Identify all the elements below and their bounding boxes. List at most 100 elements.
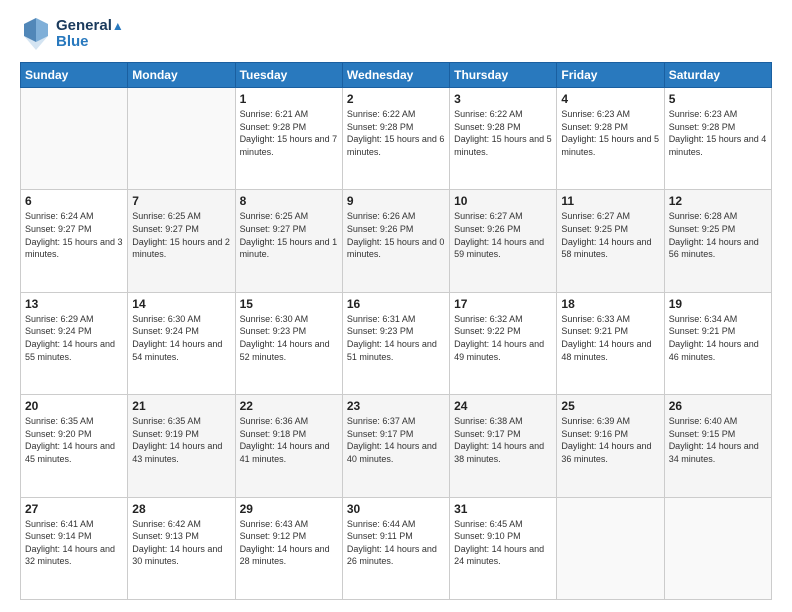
- day-info: Sunrise: 6:45 AMSunset: 9:10 PMDaylight:…: [454, 518, 552, 568]
- day-number: 29: [240, 502, 338, 516]
- day-info: Sunrise: 6:27 AMSunset: 9:25 PMDaylight:…: [561, 210, 659, 260]
- day-cell: [664, 497, 771, 599]
- day-info: Sunrise: 6:27 AMSunset: 9:26 PMDaylight:…: [454, 210, 552, 260]
- day-info: Sunrise: 6:38 AMSunset: 9:17 PMDaylight:…: [454, 415, 552, 465]
- weekday-header-sunday: Sunday: [21, 63, 128, 88]
- day-info: Sunrise: 6:23 AMSunset: 9:28 PMDaylight:…: [561, 108, 659, 158]
- day-cell: 12 Sunrise: 6:28 AMSunset: 9:25 PMDayligh…: [664, 190, 771, 292]
- day-number: 23: [347, 399, 445, 413]
- week-row-5: 27 Sunrise: 6:41 AMSunset: 9:14 PMDayligh…: [21, 497, 772, 599]
- day-cell: 3 Sunrise: 6:22 AMSunset: 9:28 PMDaylight…: [450, 88, 557, 190]
- calendar-table: SundayMondayTuesdayWednesdayThursdayFrid…: [20, 62, 772, 600]
- day-info: Sunrise: 6:26 AMSunset: 9:26 PMDaylight:…: [347, 210, 445, 260]
- day-number: 8: [240, 194, 338, 208]
- day-info: Sunrise: 6:30 AMSunset: 9:24 PMDaylight:…: [132, 313, 230, 363]
- weekday-header-row: SundayMondayTuesdayWednesdayThursdayFrid…: [21, 63, 772, 88]
- day-cell: 6 Sunrise: 6:24 AMSunset: 9:27 PMDaylight…: [21, 190, 128, 292]
- day-number: 14: [132, 297, 230, 311]
- header: General▲ Blue: [20, 16, 772, 52]
- day-cell: 23Sunrise: 6:37 AMSunset: 9:17 PMDayligh…: [342, 395, 449, 497]
- day-cell: 25 Sunrise: 6:39 AMSunset: 9:16 PMDayligh…: [557, 395, 664, 497]
- day-number: 26: [669, 399, 767, 413]
- day-cell: 29 Sunrise: 6:43 AMSunset: 9:12 PMDayligh…: [235, 497, 342, 599]
- day-number: 13: [25, 297, 123, 311]
- logo-text: General▲ Blue: [56, 18, 124, 51]
- day-info: Sunrise: 6:39 AMSunset: 9:16 PMDaylight:…: [561, 415, 659, 465]
- day-info: Sunrise: 6:35 AMSunset: 9:20 PMDaylight:…: [25, 415, 123, 465]
- logo-icon: [20, 16, 52, 52]
- weekday-header-thursday: Thursday: [450, 63, 557, 88]
- day-info: Sunrise: 6:34 AMSunset: 9:21 PMDaylight:…: [669, 313, 767, 363]
- day-cell: 2 Sunrise: 6:22 AMSunset: 9:28 PMDaylight…: [342, 88, 449, 190]
- day-number: 25: [561, 399, 659, 413]
- day-info: Sunrise: 6:22 AMSunset: 9:28 PMDaylight:…: [454, 108, 552, 158]
- day-cell: 7 Sunrise: 6:25 AMSunset: 9:27 PMDaylight…: [128, 190, 235, 292]
- day-number: 16: [347, 297, 445, 311]
- day-number: 12: [669, 194, 767, 208]
- day-number: 10: [454, 194, 552, 208]
- day-info: Sunrise: 6:32 AMSunset: 9:22 PMDaylight:…: [454, 313, 552, 363]
- day-cell: 28Sunrise: 6:42 AMSunset: 9:13 PMDayligh…: [128, 497, 235, 599]
- day-cell: 17 Sunrise: 6:32 AMSunset: 9:22 PMDayligh…: [450, 292, 557, 394]
- day-number: 6: [25, 194, 123, 208]
- day-cell: 30Sunrise: 6:44 AMSunset: 9:11 PMDayligh…: [342, 497, 449, 599]
- weekday-header-wednesday: Wednesday: [342, 63, 449, 88]
- day-number: 31: [454, 502, 552, 516]
- day-number: 21: [132, 399, 230, 413]
- day-info: Sunrise: 6:25 AMSunset: 9:27 PMDaylight:…: [240, 210, 338, 260]
- day-cell: 9 Sunrise: 6:26 AMSunset: 9:26 PMDaylight…: [342, 190, 449, 292]
- weekday-header-monday: Monday: [128, 63, 235, 88]
- day-cell: 18 Sunrise: 6:33 AMSunset: 9:21 PMDayligh…: [557, 292, 664, 394]
- day-info: Sunrise: 6:21 AMSunset: 9:28 PMDaylight:…: [240, 108, 338, 158]
- day-cell: 21 Sunrise: 6:35 AMSunset: 9:19 PMDayligh…: [128, 395, 235, 497]
- day-cell: 10 Sunrise: 6:27 AMSunset: 9:26 PMDayligh…: [450, 190, 557, 292]
- day-cell: 20 Sunrise: 6:35 AMSunset: 9:20 PMDayligh…: [21, 395, 128, 497]
- day-cell: 26Sunrise: 6:40 AMSunset: 9:15 PMDayligh…: [664, 395, 771, 497]
- day-cell: [21, 88, 128, 190]
- day-cell: 19Sunrise: 6:34 AMSunset: 9:21 PMDayligh…: [664, 292, 771, 394]
- day-cell: 24 Sunrise: 6:38 AMSunset: 9:17 PMDayligh…: [450, 395, 557, 497]
- day-number: 3: [454, 92, 552, 106]
- day-number: 22: [240, 399, 338, 413]
- day-number: 4: [561, 92, 659, 106]
- day-info: Sunrise: 6:35 AMSunset: 9:19 PMDaylight:…: [132, 415, 230, 465]
- day-number: 28: [132, 502, 230, 516]
- day-info: Sunrise: 6:30 AMSunset: 9:23 PMDaylight:…: [240, 313, 338, 363]
- day-cell: [128, 88, 235, 190]
- day-info: Sunrise: 6:25 AMSunset: 9:27 PMDaylight:…: [132, 210, 230, 260]
- day-cell: 27 Sunrise: 6:41 AMSunset: 9:14 PMDayligh…: [21, 497, 128, 599]
- day-cell: 14 Sunrise: 6:30 AMSunset: 9:24 PMDayligh…: [128, 292, 235, 394]
- day-cell: 1Sunrise: 6:21 AMSunset: 9:28 PMDaylight…: [235, 88, 342, 190]
- day-number: 9: [347, 194, 445, 208]
- day-number: 30: [347, 502, 445, 516]
- weekday-header-tuesday: Tuesday: [235, 63, 342, 88]
- calendar-page: General▲ Blue SundayMondayTuesdayWednesd…: [0, 0, 792, 612]
- day-info: Sunrise: 6:33 AMSunset: 9:21 PMDaylight:…: [561, 313, 659, 363]
- day-info: Sunrise: 6:41 AMSunset: 9:14 PMDaylight:…: [25, 518, 123, 568]
- day-number: 20: [25, 399, 123, 413]
- day-number: 18: [561, 297, 659, 311]
- day-number: 17: [454, 297, 552, 311]
- day-cell: 4 Sunrise: 6:23 AMSunset: 9:28 PMDaylight…: [557, 88, 664, 190]
- day-info: Sunrise: 6:22 AMSunset: 9:28 PMDaylight:…: [347, 108, 445, 158]
- day-number: 2: [347, 92, 445, 106]
- week-row-4: 20 Sunrise: 6:35 AMSunset: 9:20 PMDayligh…: [21, 395, 772, 497]
- day-info: Sunrise: 6:24 AMSunset: 9:27 PMDaylight:…: [25, 210, 123, 260]
- day-info: Sunrise: 6:43 AMSunset: 9:12 PMDaylight:…: [240, 518, 338, 568]
- week-row-3: 13 Sunrise: 6:29 AMSunset: 9:24 PMDayligh…: [21, 292, 772, 394]
- day-number: 11: [561, 194, 659, 208]
- day-info: Sunrise: 6:29 AMSunset: 9:24 PMDaylight:…: [25, 313, 123, 363]
- day-cell: 8 Sunrise: 6:25 AMSunset: 9:27 PMDaylight…: [235, 190, 342, 292]
- day-cell: 22 Sunrise: 6:36 AMSunset: 9:18 PMDayligh…: [235, 395, 342, 497]
- day-number: 27: [25, 502, 123, 516]
- day-info: Sunrise: 6:28 AMSunset: 9:25 PMDaylight:…: [669, 210, 767, 260]
- day-cell: 31 Sunrise: 6:45 AMSunset: 9:10 PMDayligh…: [450, 497, 557, 599]
- weekday-header-friday: Friday: [557, 63, 664, 88]
- day-cell: 5Sunrise: 6:23 AMSunset: 9:28 PMDaylight…: [664, 88, 771, 190]
- day-number: 7: [132, 194, 230, 208]
- day-number: 24: [454, 399, 552, 413]
- day-info: Sunrise: 6:23 AMSunset: 9:28 PMDaylight:…: [669, 108, 767, 158]
- week-row-2: 6 Sunrise: 6:24 AMSunset: 9:27 PMDaylight…: [21, 190, 772, 292]
- week-row-1: 1Sunrise: 6:21 AMSunset: 9:28 PMDaylight…: [21, 88, 772, 190]
- day-info: Sunrise: 6:36 AMSunset: 9:18 PMDaylight:…: [240, 415, 338, 465]
